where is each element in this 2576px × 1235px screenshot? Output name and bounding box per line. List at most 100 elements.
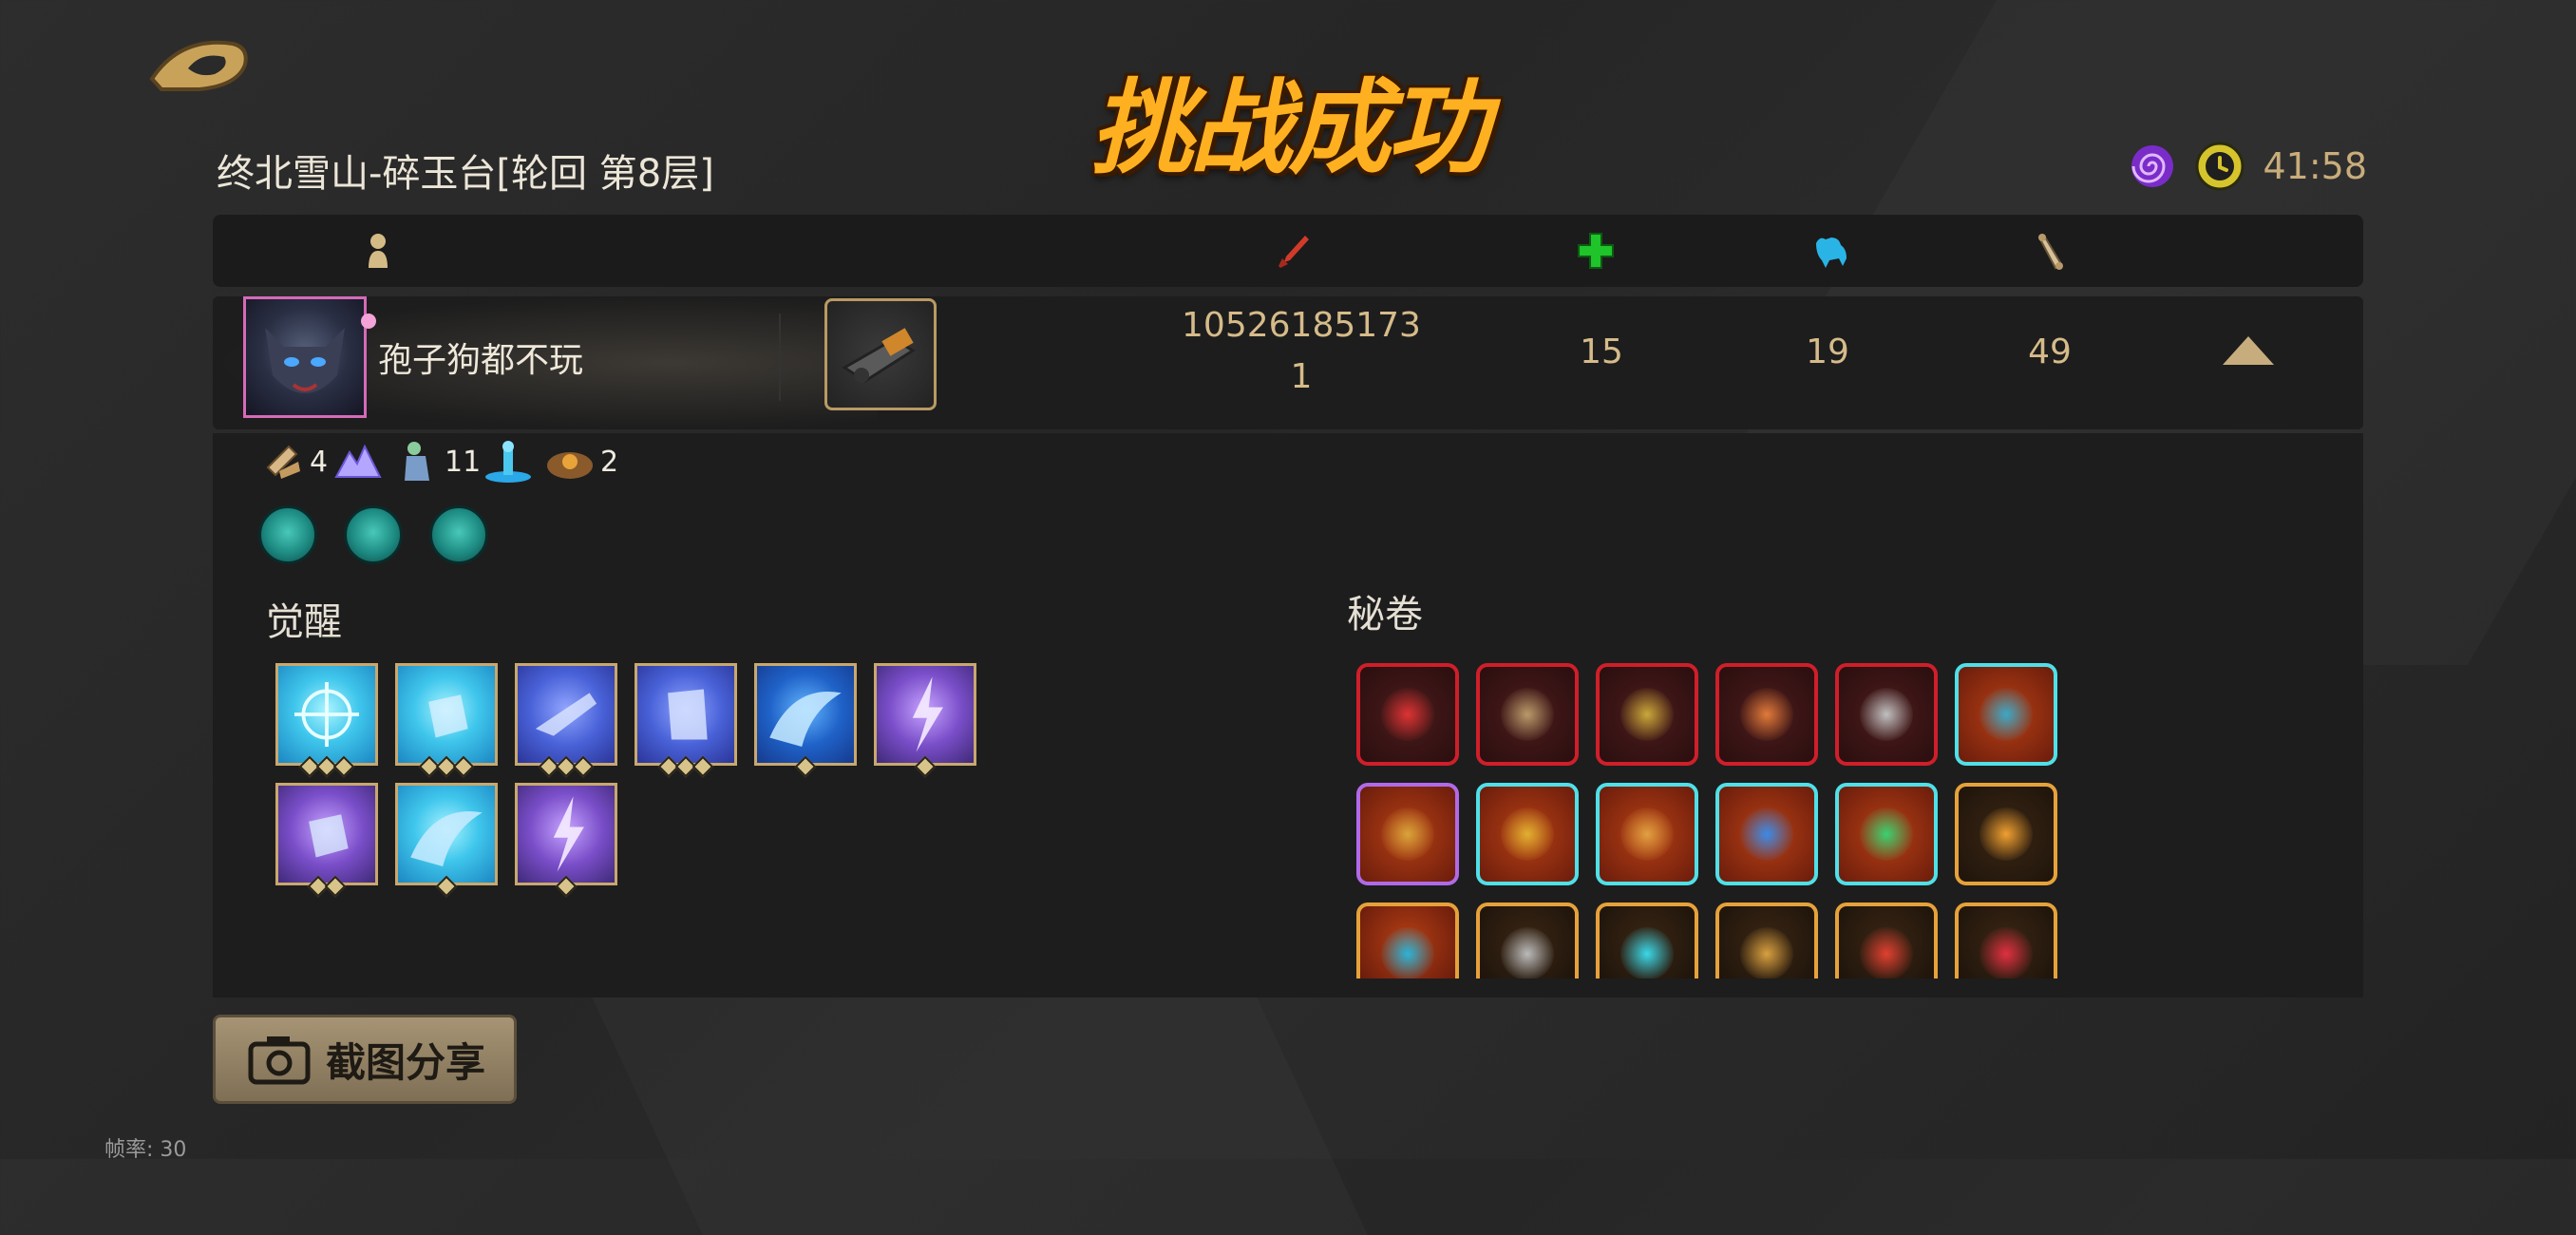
star-pips xyxy=(518,755,615,778)
divider xyxy=(779,314,781,401)
secret-scroll-item[interactable] xyxy=(1356,902,1459,978)
secret-scroll-item[interactable] xyxy=(1596,902,1698,978)
pip-icon xyxy=(914,755,937,778)
arrowhead-icon xyxy=(1620,927,1674,978)
secret-scroll-item[interactable] xyxy=(1715,902,1818,978)
awakening-skill[interactable] xyxy=(275,783,378,898)
fist-icon xyxy=(428,694,468,738)
timer-value: 41:58 xyxy=(2263,145,2367,187)
heal-icon xyxy=(1578,233,1614,269)
fountain-icon xyxy=(485,441,531,483)
awakening-skill[interactable] xyxy=(275,663,378,778)
resource-item xyxy=(483,439,538,484)
clock-icon xyxy=(2195,142,2245,191)
secret-scroll-item[interactable] xyxy=(1356,663,1459,766)
stats-header xyxy=(213,215,2363,287)
secret-scroll-item[interactable] xyxy=(1955,663,2057,766)
secret-scroll-item[interactable] xyxy=(1835,663,1938,766)
resource-item: 4 xyxy=(260,439,328,484)
pip-icon xyxy=(452,755,475,778)
secret-scroll-item[interactable] xyxy=(1955,783,2057,885)
secret-scroll-item[interactable] xyxy=(1955,902,2057,978)
secret-scroll-item[interactable] xyxy=(1835,783,1938,885)
star-pips xyxy=(877,755,974,778)
crosshair-icon xyxy=(294,682,359,747)
star-pips xyxy=(278,875,375,898)
secret-scroll-item[interactable] xyxy=(1596,663,1698,766)
secret-scroll-item[interactable] xyxy=(1476,783,1579,885)
camera-icon xyxy=(248,1036,311,1085)
star-pips xyxy=(757,755,854,778)
share-label: 截图分享 xyxy=(326,1038,486,1086)
pip-icon xyxy=(691,755,714,778)
pip-icon xyxy=(555,875,578,898)
collapse-button[interactable] xyxy=(2223,336,2274,365)
rune-feather[interactable] xyxy=(344,505,403,564)
secret-scroll-item[interactable] xyxy=(1476,663,1579,766)
awakening-skill[interactable] xyxy=(515,663,617,778)
lightning-icon xyxy=(912,676,943,752)
coins-icon xyxy=(1381,808,1434,861)
beast-value: 19 xyxy=(1806,332,1849,371)
axe-icon xyxy=(1501,927,1554,978)
damage-value-line1: 10526185173 xyxy=(1182,306,1421,345)
resource-item: 11 xyxy=(397,439,481,484)
resource-item: 2 xyxy=(543,439,618,484)
scroll-bundle-icon xyxy=(266,445,300,479)
secret-scroll-item[interactable] xyxy=(1715,663,1818,766)
resource-count: 4 xyxy=(310,445,329,479)
pip-icon xyxy=(332,755,355,778)
star-pips xyxy=(518,875,615,898)
star-pips xyxy=(398,755,495,778)
player-icon xyxy=(369,234,388,268)
rune-wing[interactable] xyxy=(429,505,488,564)
dagger-icon xyxy=(1860,688,1913,741)
secret-scrolls-label: 秘卷 xyxy=(1347,593,1423,636)
glove-icon xyxy=(668,689,708,740)
wave-icon xyxy=(410,810,483,866)
pip-icon xyxy=(324,875,347,898)
book-icon xyxy=(1501,808,1554,861)
awakening-skill[interactable] xyxy=(515,783,617,898)
scroll-value: 49 xyxy=(2028,332,2072,371)
timer-group: 41:58 xyxy=(2128,141,2367,192)
weapon-slot[interactable] xyxy=(824,298,937,410)
avatar[interactable] xyxy=(243,296,367,418)
orb-icon xyxy=(1740,808,1793,861)
sack-icon xyxy=(1740,688,1793,741)
blade-icon xyxy=(1979,927,2033,978)
awakening-skill[interactable] xyxy=(395,663,498,778)
fps-counter: 帧率: 30 xyxy=(104,1138,187,1162)
damage-value-line2: 1 xyxy=(1290,357,1313,396)
heal-value: 15 xyxy=(1580,332,1623,371)
star-pips xyxy=(398,875,495,898)
awakening-skill[interactable] xyxy=(754,663,857,778)
awakening-label: 觉醒 xyxy=(266,600,342,644)
awakening-skill[interactable] xyxy=(874,663,976,778)
resource-count: 2 xyxy=(600,445,619,479)
secret-scroll-item[interactable] xyxy=(1356,783,1459,885)
share-screenshot-button[interactable]: 截图分享 xyxy=(213,1015,517,1104)
awakening-skill[interactable] xyxy=(635,663,737,778)
treasure-icon xyxy=(547,452,593,479)
lightning-icon xyxy=(553,796,584,872)
star-pips xyxy=(637,755,734,778)
secret-scroll-item[interactable] xyxy=(1835,902,1938,978)
secret-scroll-item[interactable] xyxy=(1715,783,1818,885)
star-pips xyxy=(278,755,375,778)
yin-yang-icon xyxy=(1381,927,1434,978)
rune-target[interactable] xyxy=(258,505,317,564)
pip-icon xyxy=(794,755,817,778)
gem-icon xyxy=(1860,808,1913,861)
awakening-skill[interactable] xyxy=(395,783,498,898)
spiral-icon xyxy=(2131,145,2174,187)
slash-icon xyxy=(1860,927,1913,978)
bird-icon xyxy=(1620,688,1674,741)
secret-scroll-item[interactable] xyxy=(1476,902,1579,978)
secret-scroll-item[interactable] xyxy=(1596,783,1698,885)
fist-icon xyxy=(309,814,349,858)
resource-count: 11 xyxy=(445,445,482,479)
damage-icon xyxy=(1279,236,1309,268)
cube-icon xyxy=(1979,688,2033,741)
resource-item xyxy=(334,439,386,484)
